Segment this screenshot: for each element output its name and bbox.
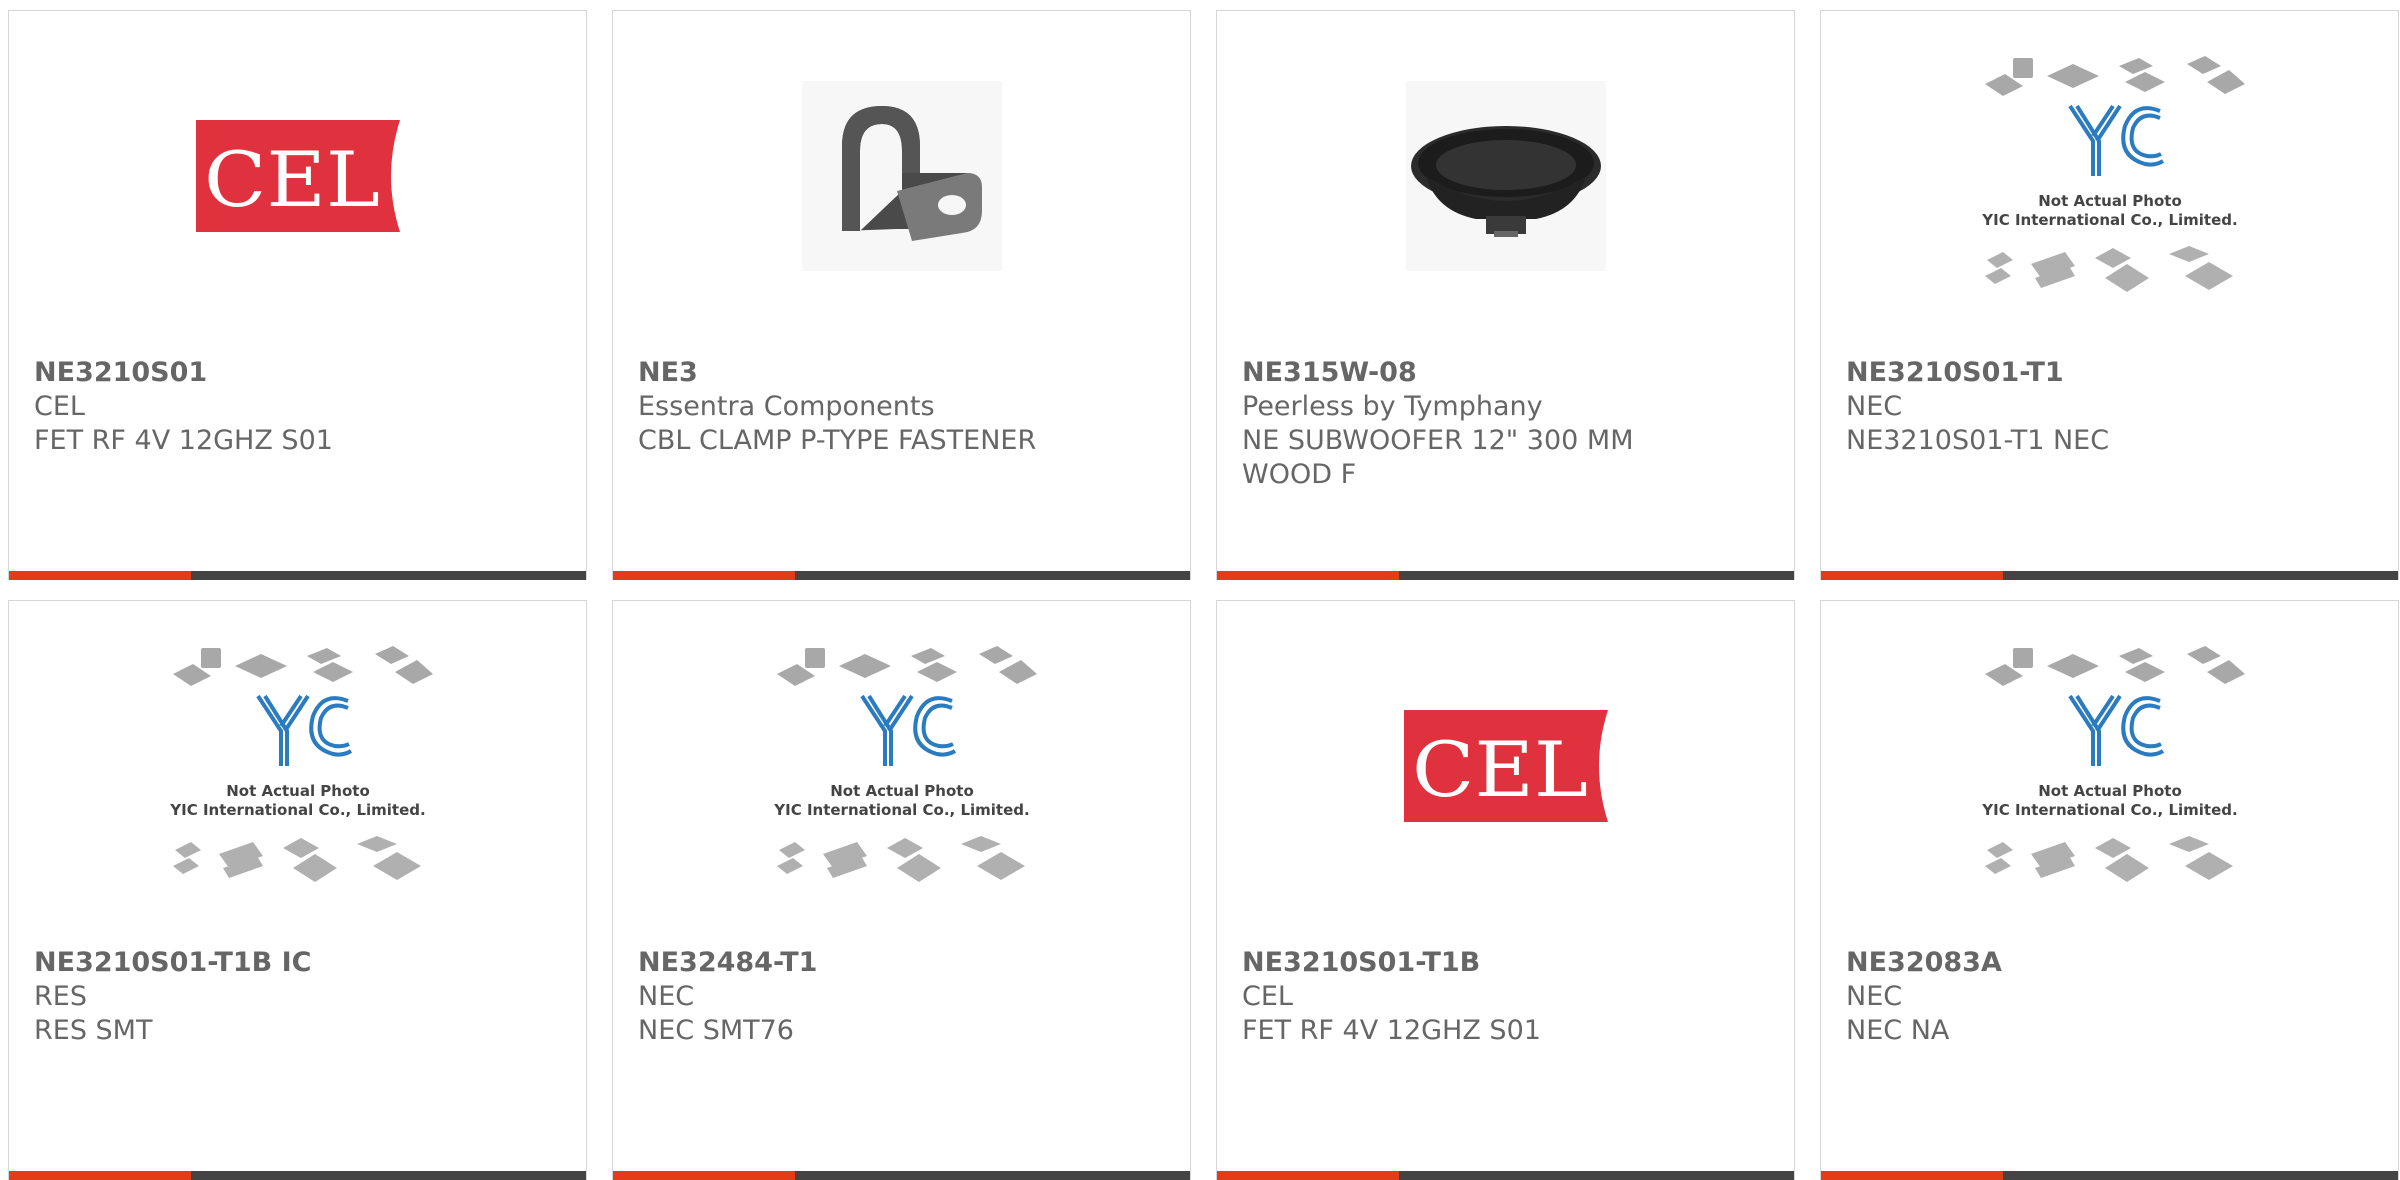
product-card[interactable]: Not Actual Photo YIC International Co., …: [1820, 10, 2399, 580]
svg-text:CEL: CEL: [1412, 725, 1588, 814]
description: FET RF 4V 12GHZ S01: [34, 425, 333, 456]
product-card[interactable]: CEL NE3210S01 CEL FET RF 4V 12GHZ S01: [8, 10, 587, 580]
manufacturer: NEC: [638, 981, 695, 1012]
not-actual-photo-placeholder: Not Actual Photo YIC International Co., …: [1981, 646, 2245, 882]
placeholder-line1: Not Actual Photo: [830, 782, 974, 800]
product-card[interactable]: NE3 Essentra Components CBL CLAMP P-TYPE…: [612, 10, 1191, 580]
product-info: NE3210S01-T1 NEC NE3210S01-T1 NEC: [1846, 356, 2378, 458]
product-info: NE32083A NEC NEC NA: [1846, 946, 2378, 1048]
placeholder-line2: YIC International Co., Limited.: [1981, 211, 2237, 229]
product-info: NE315W-08 Peerless by Tymphany NE SUBWOO…: [1242, 356, 1774, 492]
part-number[interactable]: NE3210S01-T1B IC: [34, 946, 566, 980]
card-footer-bar: [613, 1171, 1190, 1180]
card-footer-bar: [1217, 1171, 1794, 1180]
product-card[interactable]: Not Actual Photo YIC International Co., …: [612, 600, 1191, 1180]
product-image[interactable]: Not Actual Photo YIC International Co., …: [613, 646, 1190, 882]
card-footer-bar: [9, 571, 586, 580]
manufacturer: NEC: [1846, 391, 1903, 422]
not-actual-photo-placeholder: Not Actual Photo YIC International Co., …: [773, 646, 1037, 882]
manufacturer: NEC: [1846, 981, 1903, 1012]
product-image[interactable]: Not Actual Photo YIC International Co., …: [1821, 56, 2398, 292]
product-card[interactable]: Not Actual Photo YIC International Co., …: [1820, 600, 2399, 1180]
product-card[interactable]: CEL NE3210S01-T1B CEL FET RF 4V 12GHZ S0…: [1216, 600, 1795, 1180]
not-actual-photo-placeholder: Not Actual Photo YIC International Co., …: [169, 646, 433, 882]
part-number[interactable]: NE3: [638, 356, 1170, 390]
product-info: NE3210S01-T1B IC RES RES SMT: [34, 946, 566, 1048]
product-image[interactable]: [1217, 76, 1794, 276]
part-number[interactable]: NE3210S01-T1B: [1242, 946, 1774, 980]
product-image[interactable]: CEL: [9, 76, 586, 276]
product-info: NE3210S01-T1B CEL FET RF 4V 12GHZ S01: [1242, 946, 1774, 1048]
placeholder-line1: Not Actual Photo: [2038, 782, 2182, 800]
part-number[interactable]: NE315W-08: [1242, 356, 1774, 390]
product-card[interactable]: NE315W-08 Peerless by Tymphany NE SUBWOO…: [1216, 10, 1795, 580]
cable-clamp-photo: [801, 81, 1002, 271]
manufacturer: CEL: [34, 391, 85, 422]
placeholder-line1: Not Actual Photo: [226, 782, 370, 800]
product-image[interactable]: Not Actual Photo YIC International Co., …: [9, 646, 586, 882]
manufacturer: Peerless by Tymphany: [1242, 391, 1543, 422]
product-card[interactable]: Not Actual Photo YIC International Co., …: [8, 600, 587, 1180]
description: NE SUBWOOFER 12" 300 MM WOOD F: [1242, 425, 1634, 490]
placeholder-line2: YIC International Co., Limited.: [169, 801, 425, 819]
part-number[interactable]: NE32484-T1: [638, 946, 1170, 980]
description: CBL CLAMP P-TYPE FASTENER: [638, 425, 1037, 456]
product-image[interactable]: Not Actual Photo YIC International Co., …: [1821, 646, 2398, 882]
manufacturer: CEL: [1242, 981, 1293, 1012]
card-footer-bar: [9, 1171, 586, 1180]
card-footer-bar: [1821, 1171, 2398, 1180]
product-info: NE3 Essentra Components CBL CLAMP P-TYPE…: [638, 356, 1170, 458]
card-footer-bar: [613, 571, 1190, 580]
manufacturer: RES: [34, 981, 87, 1012]
description: RES SMT: [34, 1015, 153, 1046]
subwoofer-photo: [1405, 81, 1606, 271]
product-info: NE32484-T1 NEC NEC SMT76: [638, 946, 1170, 1048]
cel-logo: CEL: [1403, 710, 1608, 822]
placeholder-line2: YIC International Co., Limited.: [773, 801, 1029, 819]
card-footer-bar: [1821, 571, 2398, 580]
product-image[interactable]: [613, 76, 1190, 276]
card-footer-bar: [1217, 571, 1794, 580]
part-number[interactable]: NE3210S01-T1: [1846, 356, 2378, 390]
placeholder-line1: Not Actual Photo: [2038, 192, 2182, 210]
description: NE3210S01-T1 NEC: [1846, 425, 2110, 456]
svg-text:CEL: CEL: [204, 135, 380, 224]
description: FET RF 4V 12GHZ S01: [1242, 1015, 1541, 1046]
product-grid: CEL NE3210S01 CEL FET RF 4V 12GHZ S01 NE…: [0, 0, 2400, 1180]
placeholder-line2: YIC International Co., Limited.: [1981, 801, 2237, 819]
not-actual-photo-placeholder: Not Actual Photo YIC International Co., …: [1981, 56, 2245, 292]
cel-logo: CEL: [195, 120, 400, 232]
manufacturer: Essentra Components: [638, 391, 935, 422]
description: NEC SMT76: [638, 1015, 794, 1046]
product-info: NE3210S01 CEL FET RF 4V 12GHZ S01: [34, 356, 566, 458]
part-number[interactable]: NE3210S01: [34, 356, 566, 390]
description: NEC NA: [1846, 1015, 1950, 1046]
product-image[interactable]: CEL: [1217, 666, 1794, 866]
part-number[interactable]: NE32083A: [1846, 946, 2378, 980]
